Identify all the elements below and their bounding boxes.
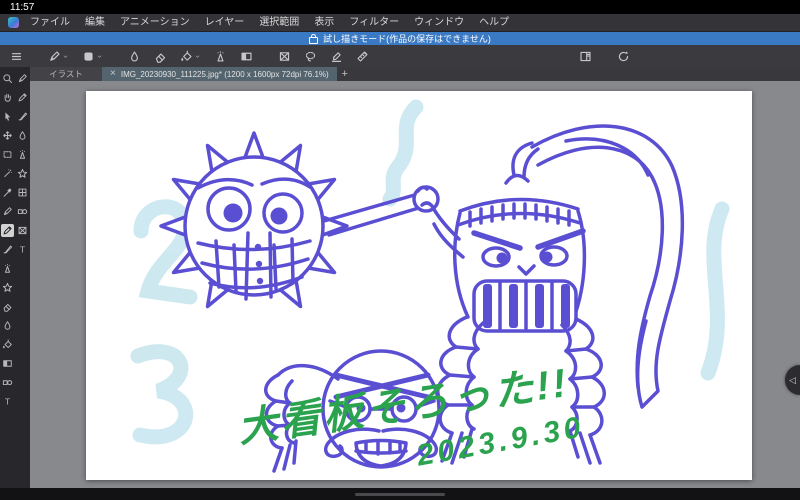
toolbar-color-swatch[interactable] <box>80 47 105 65</box>
tool-subtool-9[interactable] <box>16 224 29 237</box>
menu-item-2[interactable]: アニメーション <box>120 14 190 31</box>
toolbar-figure-tool[interactable] <box>328 47 345 65</box>
menu-items: ファイル 編集 アニメーション レイヤー 選択範囲 表示 フィルター ウィンドウ ヘルプ <box>30 14 509 31</box>
toolbar-gradient-tool[interactable] <box>238 47 255 65</box>
tool-airbrush[interactable] <box>1 262 14 275</box>
svg-text:T: T <box>20 245 26 255</box>
toolbar-ruler-tool[interactable] <box>354 47 371 65</box>
document-tab[interactable]: × IMG_20230930_111225.jpg* (1200 x 1600p… <box>102 67 337 81</box>
tool-operation[interactable] <box>1 110 14 123</box>
workspace-tab[interactable]: イラスト <box>30 67 102 81</box>
tool-fill[interactable] <box>1 338 14 351</box>
tool-blend[interactable] <box>1 319 14 332</box>
tool-subtool-2[interactable] <box>16 91 29 104</box>
document-area: イラスト × IMG_20230930_111225.jpg* (1200 x … <box>30 67 800 488</box>
tool-brush[interactable] <box>1 243 14 256</box>
toolbar-current-tool[interactable] <box>46 47 71 65</box>
toolbar-main-menu[interactable] <box>8 47 25 65</box>
banner-text: 試し描きモード(作品の保存はできません) <box>323 34 491 44</box>
tool-subtool-5[interactable] <box>16 148 29 161</box>
tool-gradient[interactable] <box>1 357 14 370</box>
bottom-bar <box>0 488 800 500</box>
tool-eraser[interactable] <box>1 300 14 313</box>
canvas-page[interactable]: 大看板そろった!! 2023.9.30 <box>86 91 752 480</box>
tool-hand[interactable] <box>1 91 14 104</box>
canvas-area[interactable]: 大看板そろった!! 2023.9.30 ◁ <box>30 81 800 488</box>
menu-item-7[interactable]: ウィンドウ <box>414 14 464 31</box>
tab-strip: イラスト × IMG_20230930_111225.jpg* (1200 x … <box>30 67 800 81</box>
svg-text:T: T <box>5 397 11 407</box>
tool-zoom[interactable] <box>1 72 14 85</box>
tool-column-2: T <box>15 72 30 488</box>
side-panel-handle[interactable]: ◁ <box>785 365 800 395</box>
tool-text[interactable]: T <box>1 395 14 408</box>
menu-item-3[interactable]: レイヤー <box>205 14 245 31</box>
gesture-pill[interactable] <box>355 492 445 496</box>
status-bar: 11:57 <box>0 0 800 14</box>
menu-item-1[interactable]: 編集 <box>85 14 105 31</box>
tool-column-1: T <box>0 72 15 488</box>
tool-eyedropper[interactable] <box>1 186 14 199</box>
menu-item-0[interactable]: ファイル <box>30 14 70 31</box>
app-screen: 11:57 ファイル 編集 アニメーション レイヤー 選択範囲 表示 フィルター ウィンドウヘ… <box>0 0 800 500</box>
tool-subtool-3[interactable] <box>16 110 29 123</box>
menu-bar: ファイル 編集 アニメーション レイヤー 選択範囲 表示 フィルター ウィンドウ ヘルプ <box>0 14 800 32</box>
clock: 11:57 <box>10 1 35 13</box>
toolbar-blend-tool[interactable] <box>126 47 143 65</box>
toolbar-airbrush-tool[interactable] <box>212 47 229 65</box>
menu-item-6[interactable]: フィルター <box>349 14 399 31</box>
tool-subtool-1[interactable] <box>16 72 29 85</box>
app-icon[interactable] <box>8 17 19 28</box>
tool-pen[interactable] <box>1 205 14 218</box>
tool-figure[interactable] <box>1 376 14 389</box>
document-title: IMG_20230930_111225.jpg* (1200 x 1600px … <box>120 69 329 79</box>
new-tab-button[interactable]: + <box>337 67 353 81</box>
toolbar-fill-tool[interactable] <box>178 47 203 65</box>
toolbar-lasso-tool[interactable] <box>302 47 319 65</box>
workspace-tab-label: イラスト <box>49 69 83 79</box>
toolbar-panel-layout[interactable] <box>577 47 594 65</box>
tool-decoration[interactable] <box>1 281 14 294</box>
tool-subtool-6[interactable] <box>16 167 29 180</box>
tool-subtool-7[interactable] <box>16 186 29 199</box>
toolbar-right-group <box>577 47 632 65</box>
toolbar-left-group <box>8 47 371 65</box>
toolbar-reset-rotation[interactable] <box>615 47 632 65</box>
menu-item-4[interactable]: 選択範囲 <box>259 14 299 31</box>
workspace: T T イラスト × IMG_20230930_111225.jpg* (120… <box>0 67 800 488</box>
tool-subtool-8[interactable] <box>16 205 29 218</box>
tool-subtool-10[interactable]: T <box>16 243 29 256</box>
tool-palette: T T <box>0 67 30 488</box>
tool-auto-select[interactable] <box>1 167 14 180</box>
toolbar-eraser-tool[interactable] <box>152 47 169 65</box>
toolbar-selection-tool[interactable] <box>276 47 293 65</box>
tool-layer-move[interactable] <box>1 129 14 142</box>
close-tab-icon[interactable]: × <box>110 67 116 81</box>
trial-mode-banner: 試し描きモード(作品の保存はできません) <box>0 32 800 45</box>
tool-pencil[interactable] <box>1 224 14 237</box>
menu-item-5[interactable]: 表示 <box>314 14 334 31</box>
tool-selection[interactable] <box>1 148 14 161</box>
menu-item-8[interactable]: ヘルプ <box>479 14 509 31</box>
lock-icon <box>309 33 319 44</box>
command-toolbar <box>0 45 800 67</box>
chevron-left-icon: ◁ <box>789 374 796 385</box>
tool-subtool-4[interactable] <box>16 129 29 142</box>
